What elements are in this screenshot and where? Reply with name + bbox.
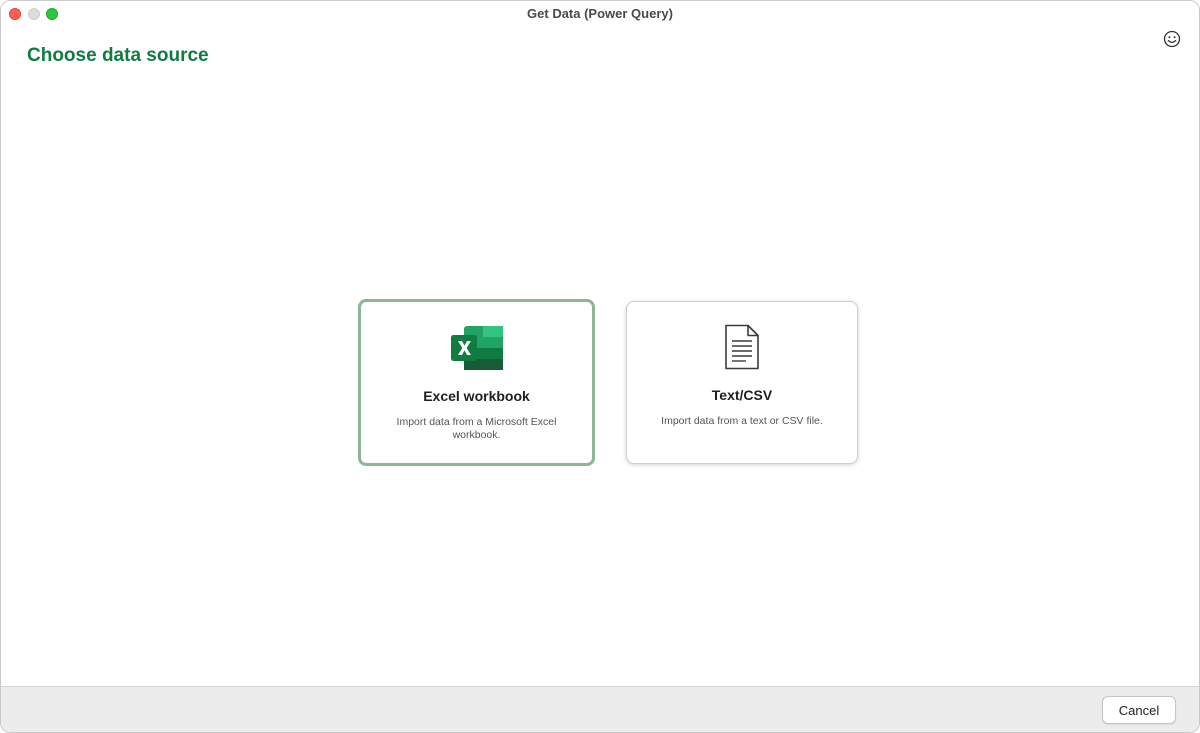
text-csv-title: Text/CSV — [711, 387, 773, 403]
excel-workbook-card[interactable]: Excel workbook Import data from a Micros… — [358, 299, 595, 466]
smiley-feedback-icon[interactable] — [1163, 30, 1181, 48]
power-query-window: Get Data (Power Query) Choose data sourc… — [0, 0, 1200, 733]
title-bar: Get Data (Power Query) — [1, 1, 1199, 27]
excel-workbook-title: Excel workbook — [423, 388, 530, 404]
cancel-button[interactable]: Cancel — [1102, 696, 1176, 724]
dialog-footer: Cancel — [1, 686, 1199, 732]
text-document-icon — [725, 324, 759, 370]
text-csv-card[interactable]: Text/CSV Import data from a text or CSV … — [626, 301, 858, 464]
text-csv-description: Import data from a text or CSV file. — [661, 415, 823, 427]
page-title: Choose data source — [27, 45, 209, 66]
excel-icon — [450, 326, 503, 370]
excel-workbook-description: Import data from a Microsoft Excel workb… — [396, 416, 557, 441]
window-title: Get Data (Power Query) — [527, 6, 673, 21]
